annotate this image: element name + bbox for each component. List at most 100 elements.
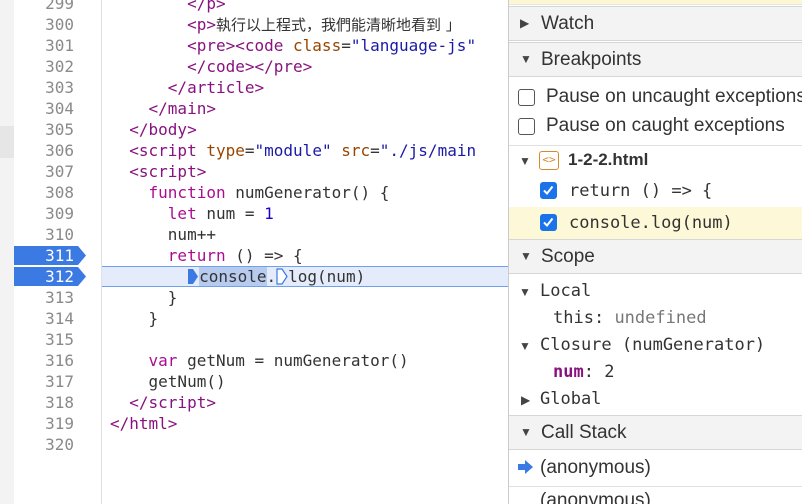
collapse-triangle-icon: ▼	[520, 249, 532, 263]
line-number[interactable]: 311	[14, 245, 74, 266]
code-text: getNum()	[110, 372, 226, 391]
pause-caught-checkbox[interactable]	[518, 118, 535, 135]
code-text: </html>	[110, 414, 178, 433]
scope-local-row[interactable]: ▼ Local	[509, 280, 802, 304]
collapse-triangle-icon: ▼	[519, 285, 531, 299]
breakpoint-item[interactable]: return () => {	[509, 178, 802, 206]
variable-value: undefined	[614, 308, 707, 328]
line-number[interactable]: 303	[14, 77, 74, 98]
call-stack-frame[interactable]: (anonymous)	[509, 490, 802, 504]
code-line: 300 <p>執行以上程式，我們能清晰地看到 」	[0, 14, 508, 35]
code-text: </main>	[148, 99, 216, 118]
variable-value: 2	[604, 362, 615, 382]
watch-section-header[interactable]: ▶ Watch	[509, 6, 802, 41]
line-number[interactable]: 316	[14, 350, 74, 371]
line-number[interactable]: 313	[14, 287, 74, 308]
paused-banner-edge	[509, 0, 802, 5]
code-editor[interactable]: 299 </p> 300 <p>執行以上程式，我們能清晰地看到 」 301 <pre…	[0, 0, 508, 504]
breakpoint-item-paused[interactable]: console.log(num)	[509, 207, 802, 239]
call-stack-frame[interactable]: (anonymous)	[509, 452, 802, 486]
code-text: function numGenerator() {	[148, 183, 390, 202]
code-line: 311 return () => {	[0, 245, 508, 266]
collapse-triangle-icon: ▼	[520, 425, 532, 439]
code-line: 301 <pre><code class="language-js"	[0, 35, 508, 56]
code-line: 316 var getNum = numGenerator()	[0, 350, 508, 371]
call-stack-frame-name: (anonymous)	[540, 457, 651, 478]
code-line: 315	[0, 329, 508, 350]
code-line: 310 num++	[0, 224, 508, 245]
breakpoints-section-header[interactable]: ▼ Breakpoints	[509, 42, 802, 77]
code-text: console. log(num)	[110, 266, 365, 287]
scope-num-row: num: 2	[509, 361, 802, 385]
code-text: <script>	[129, 162, 207, 181]
breakpoint-file-row[interactable]: ▼ <> 1-2-2.html	[509, 148, 802, 176]
line-number[interactable]: 309	[14, 203, 74, 224]
scope-global-row[interactable]: ▶ Global	[509, 388, 802, 412]
pause-uncaught-label: Pause on uncaught exceptions	[546, 86, 802, 107]
line-number[interactable]: 305	[14, 119, 74, 140]
line-number[interactable]: 320	[14, 434, 74, 455]
pause-uncaught-row[interactable]: Pause on uncaught exceptions	[509, 86, 802, 110]
pause-caught-row[interactable]: Pause on caught exceptions	[509, 115, 802, 139]
code-line: 319 </html>	[0, 413, 508, 434]
scope-section-header[interactable]: ▼ Scope	[509, 239, 802, 274]
line-number[interactable]: 314	[14, 308, 74, 329]
scope-closure-row[interactable]: ▼ Closure (numGenerator)	[509, 334, 802, 358]
code-text: </code></pre>	[187, 57, 313, 76]
breakpoint-code: return () => {	[569, 181, 713, 201]
code-text: let num = 1	[167, 204, 274, 223]
line-number[interactable]: 315	[14, 329, 74, 350]
code-text: <pre><code class="language-js"	[187, 36, 477, 55]
scope-variable: this: undefined	[553, 308, 707, 328]
watch-label: Watch	[541, 13, 595, 34]
line-number[interactable]: 302	[14, 56, 74, 77]
scope-variable: num: 2	[553, 362, 615, 382]
line-number[interactable]: 304	[14, 98, 74, 119]
code-text: return () => {	[167, 246, 303, 265]
code-line: 320	[0, 434, 508, 455]
line-number[interactable]: 317	[14, 371, 74, 392]
code-text: </body>	[129, 120, 197, 139]
variable-name: this	[553, 308, 594, 328]
scope-label: Scope	[541, 246, 595, 267]
inline-breakpoint-icon[interactable]	[187, 268, 199, 285]
breakpoint-checkbox[interactable]	[540, 214, 557, 231]
line-number[interactable]: 307	[14, 161, 74, 182]
code-line: 317 getNum()	[0, 371, 508, 392]
line-number[interactable]: 318	[14, 392, 74, 413]
code-line: 306 <script type="module" src="./js/main	[0, 140, 508, 161]
line-number[interactable]: 310	[14, 224, 74, 245]
code-line: 312 console. log(num)	[0, 266, 508, 287]
line-number[interactable]: 312	[14, 266, 74, 287]
pause-uncaught-checkbox[interactable]	[518, 89, 535, 106]
code-text: <script type="module" src="./js/main	[129, 141, 477, 160]
code-line: 309 let num = 1	[0, 203, 508, 224]
code-text: }	[110, 309, 159, 328]
scope-local-label: Local	[540, 281, 592, 301]
call-stack-section-header[interactable]: ▼ Call Stack	[509, 415, 802, 450]
breakpoint-file-name: 1-2-2.html	[568, 150, 649, 169]
line-number[interactable]: 319	[14, 413, 74, 434]
line-number[interactable]: 306	[14, 140, 74, 161]
collapse-triangle-icon: ▼	[520, 52, 532, 66]
divider	[509, 486, 802, 487]
code-line: 302 </code></pre>	[0, 56, 508, 77]
code-text: num++	[110, 225, 216, 244]
inline-breakpoint-icon[interactable]	[276, 268, 288, 285]
expand-triangle-icon: ▶	[520, 16, 530, 30]
code-text: }	[110, 288, 178, 307]
scope-closure-label: Closure (numGenerator)	[540, 335, 766, 355]
current-frame-arrow-icon	[518, 460, 533, 474]
code-text: </article>	[167, 78, 265, 97]
code-line: 305 </body>	[0, 119, 508, 140]
line-number[interactable]: 308	[14, 182, 74, 203]
line-number[interactable]: 301	[14, 35, 74, 56]
breakpoint-checkbox[interactable]	[540, 182, 557, 199]
code-line: 318 </script>	[0, 392, 508, 413]
code-text: <p>執行以上程式，我們能清晰地看到 」	[187, 15, 461, 34]
breakpoints-label: Breakpoints	[541, 49, 642, 70]
line-number[interactable]: 299	[14, 0, 74, 14]
call-stack-label: Call Stack	[541, 422, 627, 443]
line-number[interactable]: 300	[14, 14, 74, 35]
code-line: 308 function numGenerator() {	[0, 182, 508, 203]
